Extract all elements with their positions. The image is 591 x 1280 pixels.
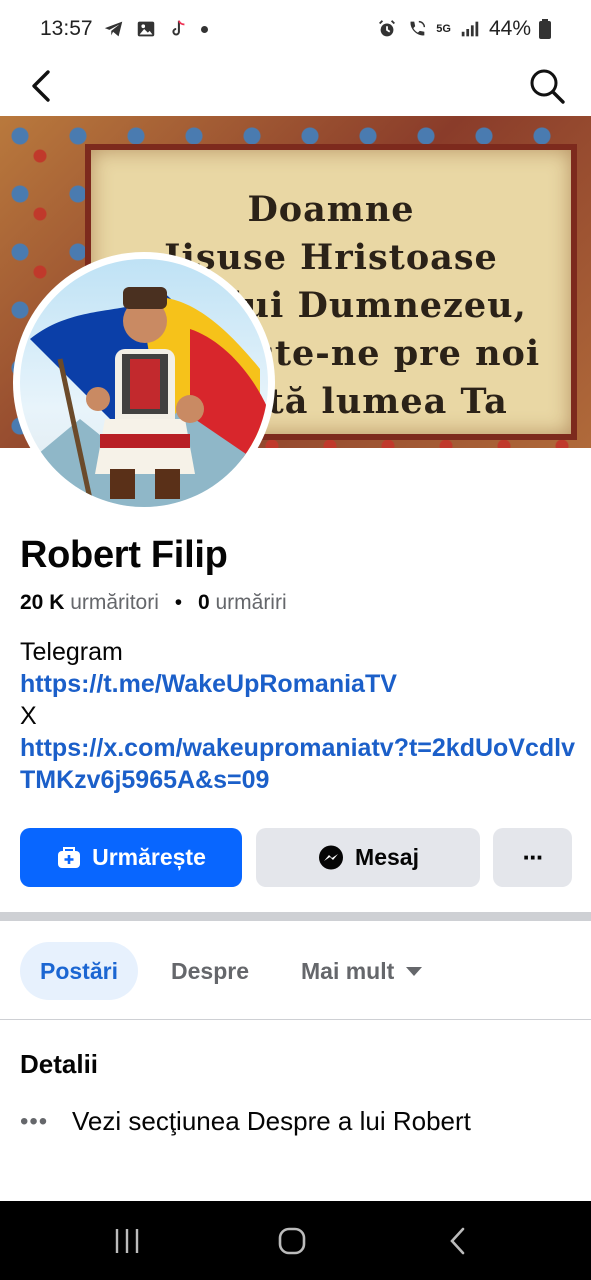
more-dots-icon: ••• [20, 1107, 49, 1135]
details-row-text: Vezi secţiunea Despre a lui Robert [72, 1106, 471, 1136]
more-options-button[interactable]: ··· [493, 828, 572, 887]
status-bar: 13:57 5G 44% [0, 0, 591, 58]
following-count: 0 [197, 591, 210, 614]
follow-button[interactable]: Urmărește [20, 828, 242, 887]
profile-stats: 20 K urmăritori • 0 urmăriri [20, 591, 287, 615]
avatar-image [20, 259, 268, 507]
status-time: 13:57 [40, 17, 93, 40]
back-nav-icon[interactable] [446, 1223, 470, 1259]
bio-line: Telegram [20, 638, 123, 666]
telegram-icon [104, 21, 122, 37]
details-title: Detalii [20, 1049, 99, 1079]
signal-icon [461, 21, 479, 37]
stats-separator: • [174, 591, 183, 614]
following-link[interactable]: 0 urmăriri [198, 591, 287, 614]
wifi-call-icon [410, 20, 426, 36]
gallery-icon [137, 21, 154, 37]
caret-down-icon [406, 966, 423, 976]
avatar-illustration [20, 287, 268, 507]
details-see-about[interactable]: ••• Vezi secţiunea Despre a lui Robert [20, 1106, 471, 1137]
tab-about[interactable]: Despre [171, 942, 249, 1000]
search-button[interactable] [525, 64, 569, 108]
system-navigation-bar [0, 1201, 591, 1280]
tiktok-icon [172, 20, 185, 36]
top-navigation [0, 58, 591, 116]
tab-about-label: Despre [171, 957, 249, 984]
bio-link-telegram[interactable]: https://t.me/WakeUpRomaniaTV [20, 668, 575, 700]
followers-link[interactable]: 20 K urmăritori [20, 591, 159, 614]
profile-name: Robert Filip [20, 534, 228, 576]
section-divider [0, 912, 591, 921]
messenger-icon [317, 844, 345, 872]
tab-posts-label: Postări [40, 957, 118, 984]
network-type: 5G [436, 23, 451, 35]
tab-posts[interactable]: Postări [20, 942, 138, 1000]
tabs-divider [0, 1019, 591, 1020]
follow-label: Urmărește [92, 844, 206, 870]
message-label: Mesaj [355, 844, 419, 870]
tab-more[interactable]: Mai mult [301, 942, 423, 1000]
following-label: urmăriri [215, 591, 287, 614]
notification-dot [200, 25, 208, 33]
bio-link-x[interactable]: https://x.com/wakeupromaniatv?t=2kdUoVcd… [20, 732, 575, 796]
profile-bio: Telegram https://t.me/WakeUpRomaniaTV X … [20, 636, 575, 796]
battery-percent: 44% [488, 17, 531, 40]
alarm-icon [379, 20, 396, 37]
back-button[interactable] [22, 64, 62, 108]
followers-label: urmăritori [70, 591, 159, 614]
home-icon[interactable] [277, 1223, 307, 1259]
recent-apps-icon[interactable] [113, 1223, 141, 1259]
profile-avatar[interactable] [13, 252, 275, 514]
chevron-left-icon [32, 70, 50, 102]
more-dots-icon: ··· [522, 842, 545, 872]
followers-count: 20 K [20, 591, 65, 614]
cover-line: Doamne [247, 189, 415, 230]
search-icon [530, 69, 565, 104]
add-follow-icon [56, 845, 82, 871]
message-button[interactable]: Mesaj [256, 828, 480, 887]
bio-line: X [20, 702, 37, 730]
tab-more-label: Mai mult [301, 957, 395, 984]
battery-icon [539, 19, 551, 39]
